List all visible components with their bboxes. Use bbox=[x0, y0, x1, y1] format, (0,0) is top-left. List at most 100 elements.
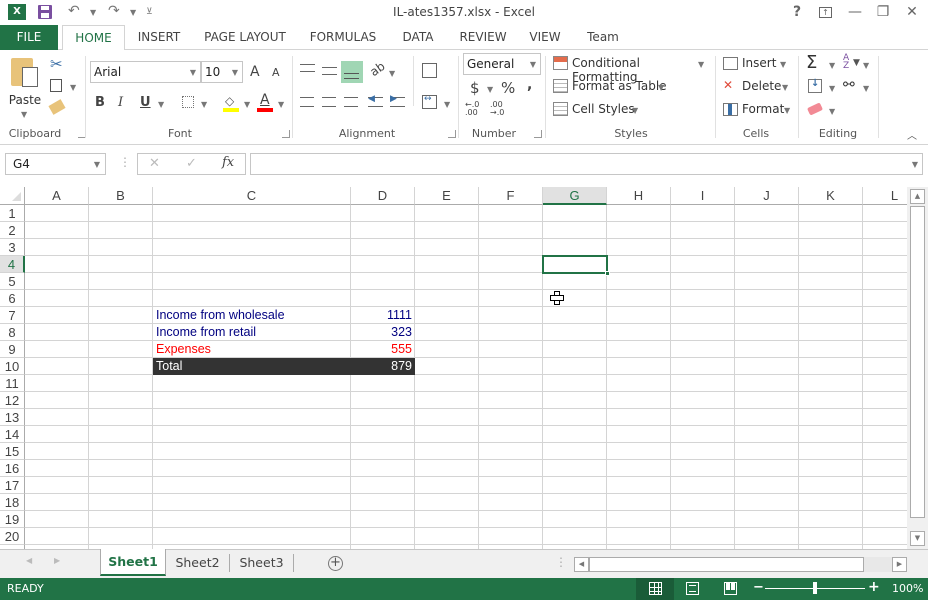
name-box[interactable]: G4 ▼ bbox=[5, 153, 106, 175]
scroll-up-button[interactable]: ▲ bbox=[910, 189, 925, 204]
tab-team[interactable]: Team bbox=[578, 25, 628, 50]
decrease-decimal-button[interactable]: .00 →.0 bbox=[490, 101, 508, 117]
orientation-dropdown-icon[interactable]: ▼ bbox=[389, 69, 395, 78]
active-cell-g4[interactable] bbox=[542, 255, 608, 274]
row-header-19[interactable]: 19 bbox=[0, 511, 25, 528]
column-header-d[interactable]: D bbox=[351, 187, 415, 205]
column-header-k[interactable]: K bbox=[799, 187, 863, 205]
collapse-ribbon-icon[interactable]: ︿ bbox=[907, 127, 917, 142]
help-button[interactable]: ? bbox=[782, 2, 812, 24]
cut-icon[interactable]: ✂ bbox=[50, 55, 63, 73]
increase-decimal-button[interactable]: ←.0 .00 bbox=[465, 101, 483, 117]
worksheet-grid[interactable]: ABCDEFGHIJKL 1 2 3 4 5 6 7 8 9 10 11 12 13 14 15 16 17 18… bbox=[0, 187, 907, 549]
tab-review[interactable]: REVIEW bbox=[453, 25, 513, 50]
column-header-c[interactable]: C bbox=[153, 187, 351, 205]
vertical-scrollbar[interactable]: ▲ ▼ bbox=[907, 187, 928, 549]
close-button[interactable]: ✕ bbox=[897, 2, 927, 24]
formula-input[interactable]: ▼ bbox=[250, 153, 923, 175]
format-cells-button[interactable]: Format ▼ bbox=[722, 101, 792, 119]
column-header-a[interactable]: A bbox=[25, 187, 89, 205]
tab-split-handle[interactable]: ⋮ bbox=[555, 555, 567, 569]
format-as-table-button[interactable]: Format as Table ▼ bbox=[552, 78, 672, 96]
tab-data[interactable]: DATA bbox=[393, 25, 443, 50]
normal-view-button[interactable] bbox=[636, 578, 674, 600]
page-break-view-button[interactable] bbox=[724, 582, 737, 595]
cell-d7[interactable]: 1111 bbox=[351, 307, 415, 324]
decrease-indent-icon[interactable]: ◀ bbox=[368, 94, 383, 107]
cell-c10[interactable]: Total bbox=[153, 358, 351, 375]
row-header-16[interactable]: 16 bbox=[0, 460, 25, 477]
zoom-level[interactable]: 100% bbox=[892, 582, 923, 595]
conditional-formatting-button[interactable]: Conditional Formatting ▼ bbox=[552, 55, 707, 84]
sheet-scroll-right-icon[interactable]: ▶ bbox=[54, 556, 60, 565]
zoom-in-button[interactable]: + bbox=[868, 579, 880, 595]
column-header-h[interactable]: H bbox=[607, 187, 671, 205]
horizontal-scroll-thumb[interactable] bbox=[589, 557, 864, 572]
merge-dropdown-icon[interactable]: ▼ bbox=[444, 100, 450, 109]
number-launcher-icon[interactable] bbox=[534, 130, 542, 138]
ribbon-display-options-button[interactable]: ↑ bbox=[810, 2, 840, 24]
scroll-right-button[interactable]: ▶ bbox=[892, 557, 907, 572]
fill-handle[interactable] bbox=[605, 271, 610, 276]
row-header-7[interactable]: 7 bbox=[0, 307, 25, 324]
zoom-out-button[interactable]: − bbox=[753, 580, 764, 595]
delete-cells-button[interactable]: ✕ Delete ▼ bbox=[722, 78, 792, 96]
scroll-down-button[interactable]: ▼ bbox=[910, 531, 925, 546]
autosum-button[interactable]: Σ bbox=[806, 52, 817, 73]
row-header-1[interactable]: 1 bbox=[0, 205, 25, 222]
align-left-icon[interactable] bbox=[300, 97, 314, 107]
borders-dropdown-icon[interactable]: ▼ bbox=[201, 100, 207, 109]
percent-button[interactable]: % bbox=[501, 79, 515, 97]
expand-formula-bar-icon[interactable]: ▼ bbox=[912, 155, 918, 175]
sort-filter-button[interactable]: AZ bbox=[843, 54, 853, 71]
sheet-tab-sheet1[interactable]: Sheet1 bbox=[100, 549, 166, 576]
insert-cells-button[interactable]: Insert ▼ bbox=[722, 55, 790, 73]
enter-icon[interactable]: ✓ bbox=[186, 156, 197, 171]
cancel-icon[interactable]: ✕ bbox=[149, 156, 160, 171]
fill-dropdown-icon[interactable]: ▼ bbox=[829, 84, 835, 93]
cell-c8[interactable]: Income from retail bbox=[153, 324, 351, 341]
font-color-icon[interactable]: A bbox=[257, 92, 273, 112]
increase-indent-icon[interactable]: ▶ bbox=[390, 94, 405, 107]
column-header-i[interactable]: I bbox=[671, 187, 735, 205]
borders-icon[interactable] bbox=[182, 96, 194, 108]
bold-button[interactable]: B bbox=[95, 95, 105, 110]
merge-center-icon[interactable]: ↔ bbox=[422, 94, 437, 109]
minimize-button[interactable]: — bbox=[840, 2, 870, 24]
row-header-10[interactable]: 10 bbox=[0, 358, 25, 375]
format-painter-icon[interactable] bbox=[48, 99, 66, 115]
sheet-scroll-left-icon[interactable]: ◀ bbox=[26, 556, 32, 565]
paste-button[interactable]: Paste ▼ bbox=[6, 54, 44, 120]
row-header-17[interactable]: 17 bbox=[0, 477, 25, 494]
align-right-icon[interactable] bbox=[344, 97, 358, 107]
vertical-scroll-thumb[interactable] bbox=[910, 206, 925, 518]
autosum-dropdown-icon[interactable]: ▼ bbox=[829, 61, 835, 70]
row-header-4[interactable]: 4 bbox=[0, 256, 25, 273]
increase-font-size-button[interactable]: A bbox=[250, 64, 260, 80]
italic-button[interactable]: I bbox=[118, 95, 123, 110]
row-header-9[interactable]: 9 bbox=[0, 341, 25, 358]
fill-color-dropdown-icon[interactable]: ▼ bbox=[244, 100, 250, 109]
clear-dropdown-icon[interactable]: ▼ bbox=[829, 107, 835, 116]
zoom-slider[interactable] bbox=[765, 582, 865, 594]
cell-d9[interactable]: 555 bbox=[351, 341, 415, 358]
cell-d8[interactable]: 323 bbox=[351, 324, 415, 341]
font-size-select[interactable]: 10 ▼ bbox=[201, 61, 243, 83]
page-layout-view-button[interactable] bbox=[686, 582, 699, 595]
align-center-icon[interactable] bbox=[322, 97, 336, 107]
insert-function-icon[interactable]: fx bbox=[222, 155, 234, 170]
row-header-15[interactable]: 15 bbox=[0, 443, 25, 460]
copy-dropdown-icon[interactable]: ▼ bbox=[70, 83, 76, 92]
sort-dropdown-icon[interactable]: ▼ bbox=[863, 61, 869, 70]
row-header-20[interactable]: 20 bbox=[0, 528, 25, 545]
font-color-dropdown-icon[interactable]: ▼ bbox=[278, 100, 284, 109]
copy-icon[interactable] bbox=[50, 79, 62, 92]
orientation-icon[interactable]: ab bbox=[367, 59, 387, 79]
row-header-8[interactable]: 8 bbox=[0, 324, 25, 341]
cell-c7[interactable]: Income from wholesale bbox=[153, 307, 351, 324]
row-header-6[interactable]: 6 bbox=[0, 290, 25, 307]
row-header-14[interactable]: 14 bbox=[0, 426, 25, 443]
tab-view[interactable]: VIEW bbox=[522, 25, 568, 50]
sheet-tab-sheet2[interactable]: Sheet2 bbox=[166, 554, 230, 572]
column-header-l[interactable]: L bbox=[863, 187, 907, 205]
